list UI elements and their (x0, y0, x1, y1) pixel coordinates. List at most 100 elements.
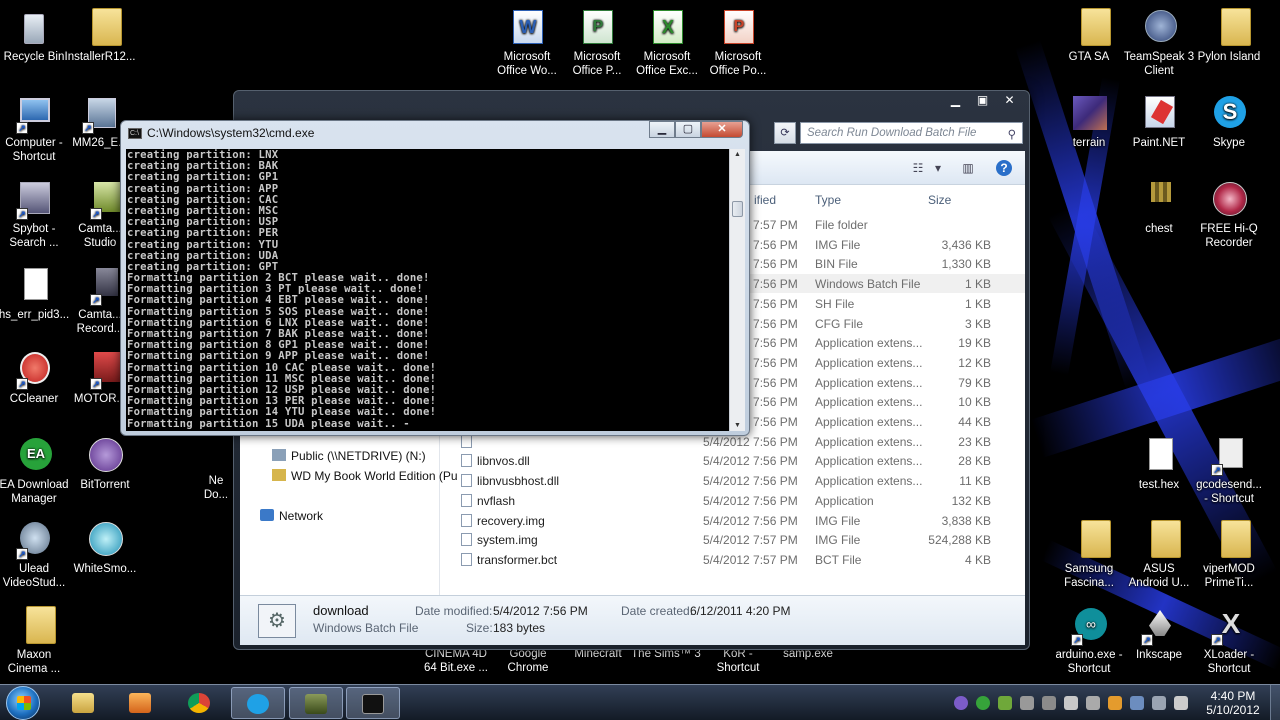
nav-item-network[interactable]: Network (260, 509, 323, 523)
view-options-icon[interactable]: ☷ (910, 160, 926, 176)
close-button[interactable]: ✕ (996, 91, 1023, 109)
taskbar-app-button[interactable] (289, 687, 343, 719)
recycle-bin-icon[interactable]: Recycle Bin (0, 8, 70, 64)
taskbar-cmd-button[interactable] (346, 687, 400, 719)
show-desktop-button[interactable] (1270, 685, 1280, 720)
whitesmoke-icon[interactable]: WhiteSmo... (69, 520, 141, 576)
ea-download-manager-icon[interactable]: EA EA Download Manager (0, 436, 70, 506)
paint-net-icon[interactable]: Paint.NET (1123, 94, 1195, 150)
chrome-icon (188, 693, 210, 713)
details-created-label: Date created: (621, 604, 694, 618)
tray-icon-3[interactable] (998, 696, 1012, 710)
scrollbar-thumb[interactable] (732, 201, 743, 217)
maxon-cinema-folder-icon[interactable]: Maxon Cinema ... (0, 606, 70, 676)
file-date-modified: 5/4/2012 7:57 PM (703, 552, 798, 567)
installer-folder-icon[interactable]: InstallerR12... (64, 8, 136, 64)
file-type: IMG File (815, 533, 861, 548)
cmd-scrollbar[interactable]: ▲ ▼ (729, 149, 745, 431)
gta-sa-folder-icon[interactable]: GTA SA (1053, 8, 1125, 64)
chrome-desktop-label[interactable]: Google Chrome (492, 647, 564, 675)
preview-pane-icon[interactable]: ▥ (960, 160, 976, 176)
arduino-shortcut-icon[interactable]: ∞ ↗ arduino.exe - Shortcut (1053, 606, 1125, 676)
file-row[interactable]: libnvusbhost.dll 5/4/2012 7:56 PM Applicat… (441, 471, 1025, 490)
tray-icon-2[interactable] (976, 696, 990, 710)
spybot-icon[interactable]: ↗ Spybot - Search ... (0, 180, 70, 250)
tray-icon-6[interactable] (1064, 696, 1078, 710)
minimize-button[interactable]: ▁ (942, 91, 969, 109)
asus-folder-icon[interactable]: ASUS Android U... (1123, 520, 1195, 590)
column-size[interactable]: Size (928, 193, 951, 207)
file-row[interactable]: transformer.bct 5/4/2012 7:57 PM BCT File 4… (441, 550, 1025, 569)
nav-item-public-netdrive[interactable]: Public (\\NETDRIVE) (N:) (272, 449, 426, 463)
file-row[interactable]: libnvos.dll 5/4/2012 7:56 PM Application e… (441, 451, 1025, 470)
clock[interactable]: 4:40 PM 5/10/2012 (1200, 689, 1266, 717)
explorer-icon (72, 693, 94, 713)
taskbar-explorer-button[interactable] (56, 687, 110, 719)
flag-icon[interactable] (1130, 696, 1144, 710)
powerpoint-icon[interactable]: P Microsoft Office P... (561, 8, 633, 78)
terrain-icon[interactable]: terrain (1053, 94, 1125, 150)
scroll-down-icon[interactable]: ▼ (732, 422, 743, 429)
view-dropdown-icon[interactable]: ▾ (930, 160, 946, 176)
file-row[interactable]: nvflash 5/4/2012 7:56 PM Application 132 KB (441, 491, 1025, 510)
tray-icon-1[interactable] (954, 696, 968, 710)
file-type: Application extens... (815, 454, 923, 469)
inkscape-icon[interactable]: ↗ Inkscape (1123, 606, 1195, 662)
teamspeak-icon[interactable]: TeamSpeak 3 Client (1123, 8, 1195, 78)
tray-icon-8[interactable] (1108, 696, 1122, 710)
volume-icon[interactable] (1174, 696, 1188, 710)
search-placeholder: Search Run Download Batch File (807, 127, 977, 139)
cinema4d-label[interactable]: CINEMA 4D 64 Bit.exe ... (420, 647, 492, 675)
xloader-shortcut-icon[interactable]: X ↗ XLoader - Shortcut (1193, 606, 1265, 676)
excel-icon[interactable]: X Microsoft Office Exc... (631, 8, 703, 78)
file-row[interactable]: recovery.img 5/4/2012 7:56 PM IMG File 3,83… (441, 511, 1025, 530)
tray-icon-4[interactable] (1020, 696, 1034, 710)
tray-icon-7[interactable] (1086, 696, 1100, 710)
bittorrent-icon[interactable]: BitTorrent (69, 436, 141, 492)
clock-date: 5/10/2012 (1206, 703, 1260, 717)
file-name: system.img (477, 533, 538, 548)
test-hex-file-icon[interactable]: test.hex (1123, 436, 1195, 492)
refresh-button[interactable]: ⟳ (774, 122, 796, 144)
cmd-console-output[interactable]: creating partition: LNX creating partitio… (126, 149, 729, 431)
taskbar-chrome-button[interactable] (172, 687, 226, 719)
cmd-maximize-button[interactable]: ▢ (675, 121, 701, 138)
ulead-videostudio-icon[interactable]: ↗ Ulead VideoStud... (0, 520, 70, 590)
cmd-minimize-button[interactable]: ▁ (649, 121, 675, 138)
console-line: creating partition: YTU (127, 238, 279, 251)
column-type[interactable]: Type (815, 193, 841, 207)
help-icon[interactable]: ? (996, 160, 1012, 176)
samsung-folder-icon[interactable]: Samsung Fascina... (1053, 520, 1125, 590)
free-hiq-recorder-icon[interactable]: FREE Hi-Q Recorder (1193, 180, 1265, 250)
taskbar-skype-button[interactable] (231, 687, 285, 719)
word-icon[interactable]: W Microsoft Office Wo... (491, 8, 563, 78)
gcodesend-shortcut-icon[interactable]: ↗ gcodesend... - Shortcut (1193, 436, 1265, 506)
pylon-island-folder-icon[interactable]: Pylon Island (1193, 8, 1265, 64)
office-p-icon[interactable]: P Microsoft Office Po... (702, 8, 774, 78)
cmd-window[interactable]: C:\ C:\Windows\system32\cmd.exe ▁ ▢ ✕ cr… (120, 120, 750, 436)
start-button[interactable] (6, 686, 40, 720)
kor-shortcut-label[interactable]: KoR - Shortcut (702, 647, 774, 675)
app-icon (305, 694, 327, 714)
file-type: Application extens... (815, 336, 923, 351)
ne-do-icon-label[interactable]: Ne Do... (196, 474, 236, 502)
search-input[interactable]: Search Run Download Batch File ⚲ (800, 122, 1023, 144)
file-type: CFG File (815, 316, 863, 331)
cmd-close-button[interactable]: ✕ (701, 121, 743, 138)
computer-shortcut-icon[interactable]: ↗ Computer - Shortcut (0, 94, 70, 164)
file-size: 3,838 KB (941, 513, 991, 528)
scroll-up-icon[interactable]: ▲ (732, 151, 743, 158)
nav-item-wd-my-book[interactable]: WD My Book World Edition (Pu (272, 469, 458, 483)
maximize-button[interactable]: ▣ (969, 91, 996, 109)
console-line: Formatting partition 15 UDA please wait.… (127, 417, 410, 430)
ccleaner-icon[interactable]: ↗ CCleaner (0, 350, 70, 406)
tray-icon-5[interactable] (1042, 696, 1056, 710)
skype-icon[interactable]: S Skype (1193, 94, 1265, 150)
chest-icon[interactable]: chest (1123, 180, 1195, 236)
taskbar-media-player-button[interactable] (113, 687, 167, 719)
network-tray-icon[interactable] (1152, 696, 1166, 710)
hs-err-file-icon[interactable]: hs_err_pid3... (0, 266, 70, 322)
file-row[interactable]: system.img 5/4/2012 7:57 PM IMG File 524,28… (441, 530, 1025, 549)
column-date-modified[interactable]: ified (754, 193, 776, 207)
vipermod-folder-icon[interactable]: viperMOD PrimeTi... (1193, 520, 1265, 590)
